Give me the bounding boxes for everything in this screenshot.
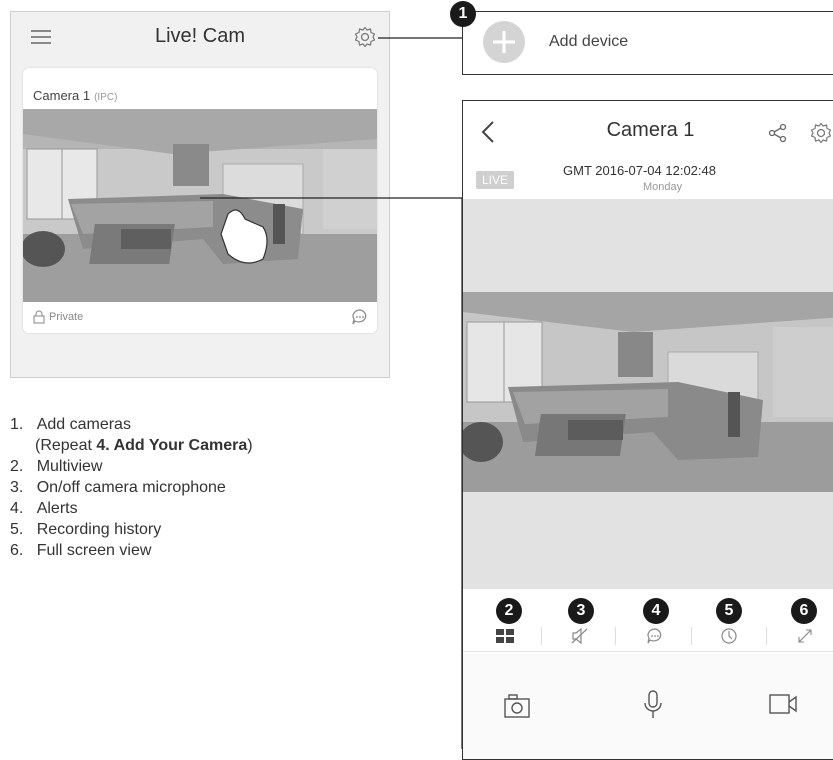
list-item: 2. Multiview <box>10 458 103 475</box>
add-device-button[interactable] <box>483 21 525 63</box>
gear-icon[interactable] <box>810 122 832 144</box>
divider <box>691 627 692 645</box>
callout-1: 1 <box>450 1 476 27</box>
mute-speaker-icon[interactable] <box>571 628 589 644</box>
clock-icon[interactable] <box>720 627 738 645</box>
instructions-list: 1. Add cameras (Repeat 4. Add Your Camer… <box>10 414 253 561</box>
list-item: 3. On/off camera microphone <box>10 479 226 496</box>
share-icon[interactable] <box>768 123 788 143</box>
list-item: 6. Full screen view <box>10 542 152 559</box>
live-badge: LIVE <box>476 171 515 189</box>
camera-detail-screen: Camera 1 LIVE GMT 2016-07-04 12:02:48 Mo… <box>462 100 833 760</box>
divider <box>615 627 616 645</box>
add-device-label: Add device <box>549 33 629 50</box>
bottom-action-bar <box>463 653 833 759</box>
control-row <box>463 621 833 652</box>
list-item: 5. Recording history <box>10 521 162 538</box>
live-video[interactable] <box>463 199 833 589</box>
multiview-icon[interactable] <box>496 629 514 643</box>
weekday: Monday <box>643 181 683 193</box>
list-item: (Repeat 4. Add Your Camera) <box>35 437 253 454</box>
list-item: 4. Alerts <box>10 500 78 517</box>
alerts-message-icon[interactable] <box>646 627 664 645</box>
divider <box>541 627 542 645</box>
snapshot-camera-icon[interactable] <box>503 693 531 719</box>
video-frame <box>463 292 833 492</box>
video-record-icon[interactable] <box>768 693 798 715</box>
divider <box>766 627 767 645</box>
fullscreen-icon[interactable] <box>796 627 814 645</box>
list-item: 1. Add cameras <box>10 416 131 433</box>
timestamp: GMT 2016-07-04 12:02:48 <box>563 163 716 178</box>
plus-icon <box>493 31 515 53</box>
add-device-row[interactable]: Add device <box>462 11 833 75</box>
microphone-icon[interactable] <box>643 689 663 721</box>
